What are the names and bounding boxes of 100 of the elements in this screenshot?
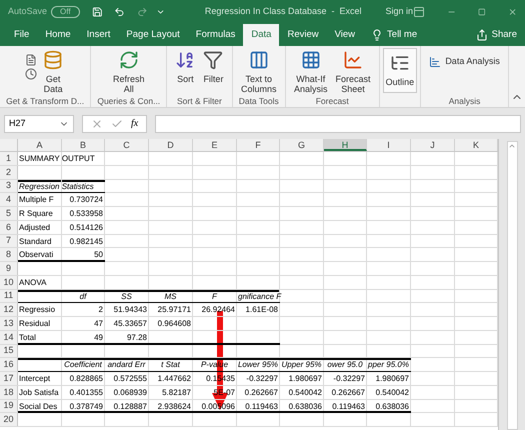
window-title: Regression In Class Database - Excel xyxy=(204,5,362,18)
table-cell: 1.980697 xyxy=(376,374,409,383)
bar-chart-icon xyxy=(429,56,442,68)
ribbon-tab[interactable]: Insert xyxy=(78,24,118,46)
ribbon-tab[interactable]: Data xyxy=(243,24,280,46)
ribbon-tab[interactable]: Formulas xyxy=(188,24,244,46)
data-analysis-button[interactable]: Data Analysis xyxy=(427,54,502,70)
ribbon-tab[interactable]: Review xyxy=(279,24,327,46)
ribbon-tab[interactable]: Page Layout xyxy=(118,24,188,46)
table-cell: Residual xyxy=(19,319,50,328)
ribbon-tab[interactable]: Home xyxy=(37,24,79,46)
column-header[interactable]: B xyxy=(62,139,105,151)
ribbon-button[interactable]: Outline xyxy=(384,53,416,87)
column-heading: df xyxy=(80,292,86,300)
table-cell: 0.540042 xyxy=(288,388,322,397)
table-cell: 26.92464 xyxy=(202,305,235,314)
ribbon-button[interactable]: Text to Columns xyxy=(238,50,278,94)
group-label: Data Tools xyxy=(238,95,280,107)
table-cell: 1.980697 xyxy=(288,374,322,383)
ribbon-button[interactable]: Refresh All xyxy=(111,50,147,94)
name-box[interactable]: H27 xyxy=(4,114,74,132)
column-heading: Coefficient xyxy=(64,360,102,370)
table-cell: 47 xyxy=(94,319,103,328)
table-cell: Adjusted xyxy=(19,222,50,232)
row-number: 19 xyxy=(3,400,14,412)
table-cell: 0.119463 xyxy=(332,402,365,410)
ribbon-button[interactable]: Sort xyxy=(173,50,198,84)
ribbon-tab[interactable]: View xyxy=(326,24,364,46)
autosave-label: AutoSave xyxy=(8,5,48,18)
row-number: 16 xyxy=(3,359,14,370)
redo-icon[interactable] xyxy=(137,5,148,19)
table-cell: Multiple F xyxy=(19,195,54,204)
column-header[interactable]: F xyxy=(237,139,280,151)
database-icon xyxy=(43,50,64,70)
column-header[interactable]: A xyxy=(18,139,62,151)
column-header[interactable]: C xyxy=(105,139,149,151)
save-icon[interactable] xyxy=(92,5,102,19)
table-cell: 0.068939 xyxy=(114,388,147,397)
ribbon-button[interactable]: Get Data xyxy=(41,50,66,94)
ribbon-display-icon[interactable] xyxy=(413,6,426,18)
column-header[interactable]: H xyxy=(324,139,367,151)
table-cell: Observati xyxy=(19,250,54,260)
enter-icon[interactable] xyxy=(111,118,123,130)
table-cell: 0.514126 xyxy=(70,222,103,232)
table-cell: 0.119463 xyxy=(245,402,278,410)
filter-icon xyxy=(203,50,224,70)
row-number: 20 xyxy=(3,414,14,426)
column-heading: SS xyxy=(121,292,132,300)
maximize-icon[interactable] xyxy=(478,7,486,17)
sort-icon xyxy=(175,50,196,70)
table-cell: 2 xyxy=(98,305,103,314)
table-cell: 0.262667 xyxy=(244,388,278,397)
tell-me-field[interactable]: Tell me xyxy=(387,28,418,42)
table-cell: 45.33657 xyxy=(114,319,147,328)
table-cell: Intercept xyxy=(19,374,50,383)
ribbon-tab[interactable]: File xyxy=(6,24,38,46)
table-cell: 50 xyxy=(94,250,103,260)
sign-in-link[interactable]: Sign in xyxy=(385,5,414,19)
row-number: 18 xyxy=(3,386,14,398)
scroll-up-icon[interactable] xyxy=(508,142,516,150)
document-icon[interactable] xyxy=(25,54,38,66)
column-heading: MS xyxy=(164,292,176,300)
column-header[interactable]: E xyxy=(193,139,237,151)
row-number: 17 xyxy=(3,372,14,384)
share-button[interactable]: Share xyxy=(492,28,517,42)
row-number: 4 xyxy=(6,194,11,206)
table-cell: 0.638036 xyxy=(376,402,409,410)
undo-icon[interactable] xyxy=(114,5,125,19)
row-number: 6 xyxy=(6,222,11,233)
row-number: 5 xyxy=(6,208,11,219)
column-header[interactable]: J xyxy=(411,139,455,151)
share-icon xyxy=(476,29,488,41)
table-cell: 0.982145 xyxy=(70,236,103,246)
column-heading: gnificance F xyxy=(238,292,282,300)
row-number: 7 xyxy=(6,235,11,246)
row-number: 9 xyxy=(6,262,11,274)
table-cell: R Square xyxy=(19,209,53,218)
column-heading: ower 95.0 xyxy=(327,360,363,370)
formula-input[interactable] xyxy=(155,114,521,132)
row-number: 15 xyxy=(3,345,14,356)
ribbon-button[interactable]: Forecast Sheet xyxy=(334,50,373,94)
row-number: 3 xyxy=(6,180,11,192)
group-label: Forecast xyxy=(314,95,350,107)
table-cell: 0.401355 xyxy=(70,388,103,397)
table-cell: SUMMARY OUTPUT xyxy=(19,154,95,163)
refresh-icon xyxy=(118,50,139,70)
row-number: 2 xyxy=(6,166,11,178)
table-cell: 1.447662 xyxy=(158,374,191,383)
cancel-icon[interactable] xyxy=(91,118,103,130)
vertical-scrollbar[interactable] xyxy=(506,141,518,430)
clock-icon[interactable] xyxy=(25,68,38,80)
insert-function-button[interactable]: fx xyxy=(131,116,138,131)
column-header[interactable]: D xyxy=(149,139,193,151)
table-cell: 97.28 xyxy=(126,332,147,342)
table-cell: Regressio xyxy=(19,305,56,314)
column-header[interactable]: I xyxy=(367,139,411,151)
ribbon-button[interactable]: What-If Analysis xyxy=(292,50,330,94)
table-cell: -0.32297 xyxy=(333,374,365,383)
column-heading: Lower 95% xyxy=(238,360,278,370)
ribbon-button[interactable]: Filter xyxy=(201,50,226,84)
